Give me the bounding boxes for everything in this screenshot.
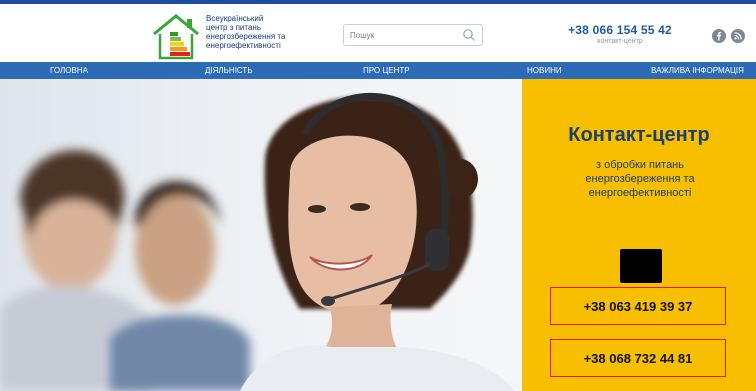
contact-phone-2[interactable]: +38 068 732 44 81 xyxy=(550,339,726,377)
site-name-line: енергоефективності xyxy=(206,41,281,50)
site-name-line: Всеукраїнський xyxy=(206,14,264,23)
site-name[interactable]: Всеукраїнський центр з питань енергозбер… xyxy=(206,14,336,50)
site-name-line: центр з питань xyxy=(206,23,261,32)
search-input[interactable] xyxy=(350,28,455,42)
search-box xyxy=(343,24,483,46)
nav-item-important-info[interactable]: ВАЖЛИВА ІНФОРМАЦІЯ xyxy=(651,66,744,75)
nav-item-news[interactable]: НОВИНИ xyxy=(527,66,562,75)
facebook-icon[interactable] xyxy=(712,29,726,43)
header-phone-number[interactable]: +38 066 154 55 42 xyxy=(560,23,680,37)
black-placeholder-box xyxy=(620,249,662,283)
nav-item-about[interactable]: ПРО ЦЕНТР xyxy=(363,66,410,75)
header-phone-subtitle: контакт-центр xyxy=(597,38,643,45)
site-name-line: енергозбереження та xyxy=(206,32,286,41)
nav-item-home[interactable]: ГОЛОВНА xyxy=(50,66,88,75)
contact-center-title: Контакт-центр xyxy=(568,124,710,146)
contact-phone-1[interactable]: +38 063 419 39 37 xyxy=(550,287,726,325)
search-icon[interactable] xyxy=(462,28,476,42)
site-header: Всеукраїнський центр з питань енергозбер… xyxy=(0,4,756,62)
rss-icon[interactable] xyxy=(731,29,745,43)
main-navigation: ГОЛОВНА ДІЯЛЬНІСТЬ ПРО ЦЕНТР НОВИНИ ВАЖЛ… xyxy=(0,62,756,79)
contact-center-panel: Контакт-центр з обробки питань енергозбе… xyxy=(522,79,756,391)
call-center-photo xyxy=(0,79,522,391)
house-energy-rating-icon[interactable] xyxy=(150,12,202,60)
contact-center-subtitle: з обробки питань енергозбереження та ене… xyxy=(585,159,695,199)
nav-item-activity[interactable]: ДІЯЛЬНІСТЬ xyxy=(205,66,253,75)
header-phone: +38 066 154 55 42 контакт-центр xyxy=(560,23,680,45)
